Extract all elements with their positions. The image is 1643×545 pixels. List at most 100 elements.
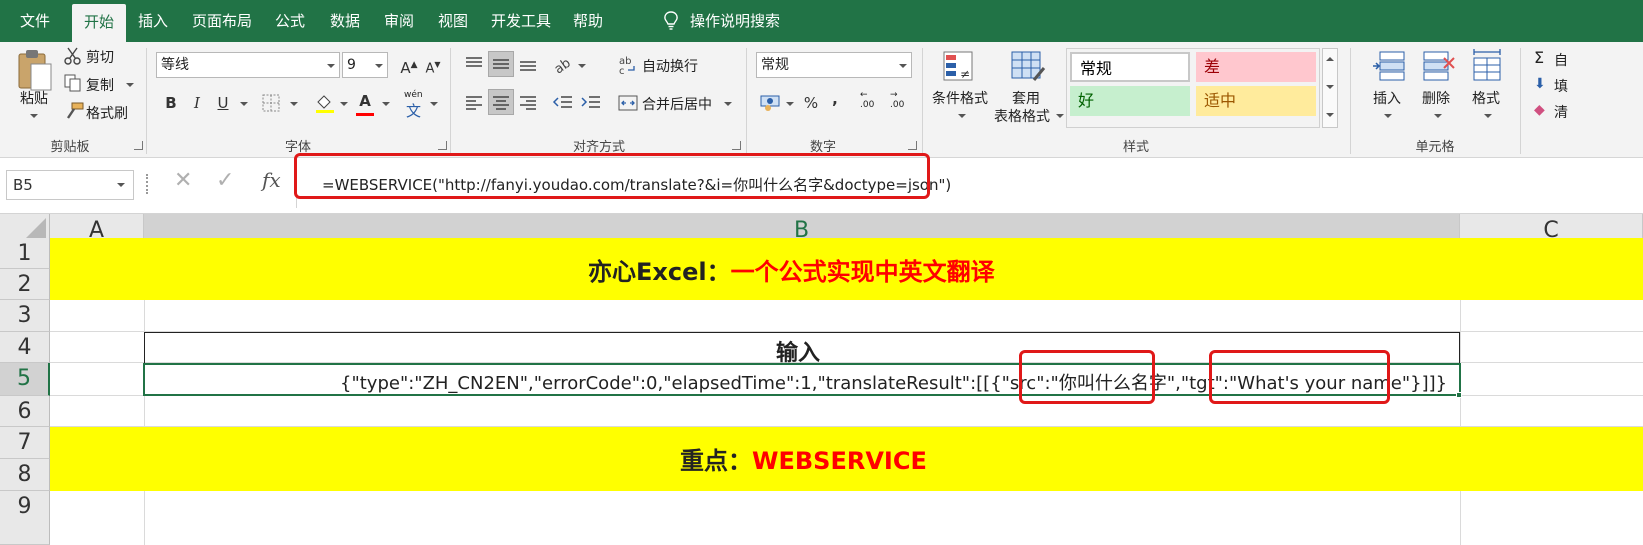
font-color-button[interactable]: A	[352, 88, 378, 114]
format-painter-button[interactable]: 格式刷	[86, 103, 128, 123]
merge-center-button[interactable]: 合并后居中	[642, 94, 712, 114]
row-header-4[interactable]: 4	[0, 332, 50, 363]
format-dropdown-icon[interactable]	[1484, 114, 1492, 118]
increase-indent-icon[interactable]	[580, 92, 602, 112]
autosum-button[interactable]: 自	[1554, 50, 1568, 70]
insert-cells-button[interactable]: 插入	[1373, 88, 1401, 108]
fill-button[interactable]: 填	[1554, 76, 1568, 96]
row-header-1[interactable]: 1	[0, 238, 50, 269]
fill-icon[interactable]: ⬇	[1534, 76, 1546, 92]
increase-decimal-button[interactable]: ← .00	[860, 90, 874, 110]
title-cell[interactable]: 亦心Excel：一个公式实现中英文翻译	[588, 252, 995, 287]
align-top-icon[interactable]	[464, 54, 484, 74]
row-header-8[interactable]: 8	[0, 459, 50, 491]
align-middle-button[interactable]	[488, 51, 514, 77]
tab-file[interactable]: 文件	[0, 0, 70, 42]
italic-button[interactable]: I	[184, 90, 210, 116]
tell-me-search[interactable]: 操作说明搜索	[690, 0, 790, 42]
key-cell[interactable]: 重点：WEBSERVICE	[680, 441, 927, 476]
align-center-button[interactable]	[488, 89, 514, 115]
font-name-combo[interactable]: 等线	[156, 52, 340, 78]
row-header-3[interactable]: 3	[0, 300, 50, 332]
conditional-formatting-button[interactable]: 条件格式	[932, 88, 988, 108]
clipboard-dialog-launcher[interactable]	[134, 141, 143, 150]
wrap-text-button[interactable]: 自动换行	[642, 56, 698, 76]
font-color-dropdown-icon[interactable]	[382, 102, 390, 106]
cell-style-normal[interactable]: 常规	[1070, 52, 1190, 82]
cancel-icon[interactable]: ✕	[174, 168, 192, 193]
row-header-9[interactable]: 9	[0, 491, 50, 545]
copy-button[interactable]: 复制	[86, 75, 114, 95]
row-header-2[interactable]: 2	[0, 269, 50, 300]
insert-dropdown-icon[interactable]	[1384, 114, 1392, 118]
number-format-combo[interactable]: 常规	[756, 52, 912, 78]
fill-handle[interactable]	[1456, 392, 1462, 398]
underline-button[interactable]: U	[210, 90, 236, 116]
gallery-up-icon[interactable]	[1326, 57, 1334, 61]
shrink-font-button[interactable]: A▼	[420, 52, 446, 78]
fill-color-icon[interactable]	[314, 92, 336, 114]
format-as-table-dropdown-icon[interactable]	[1056, 114, 1064, 118]
formula-bar-grip[interactable]	[146, 174, 148, 194]
gallery-scrollbar[interactable]	[1322, 48, 1338, 128]
row-header-5[interactable]: 5	[0, 363, 50, 396]
orientation-icon[interactable]: ab	[552, 54, 574, 74]
cut-button[interactable]: 剪切	[86, 47, 114, 67]
copy-dropdown-icon[interactable]	[126, 83, 134, 87]
cell-style-good[interactable]: 好	[1070, 86, 1190, 116]
autosum-icon[interactable]: Σ	[1534, 48, 1544, 67]
accounting-dropdown-icon[interactable]	[786, 102, 794, 106]
grow-font-button[interactable]: A▲	[396, 52, 422, 78]
underline-dropdown-icon[interactable]	[240, 102, 248, 106]
tab-developer[interactable]: 开发工具	[482, 0, 560, 42]
tab-formulas[interactable]: 公式	[264, 0, 316, 42]
orientation-dropdown-icon[interactable]	[578, 64, 586, 68]
merge-dropdown-icon[interactable]	[724, 102, 732, 106]
row-header-7[interactable]: 7	[0, 427, 50, 459]
accounting-format-icon[interactable]	[760, 94, 782, 112]
paste-dropdown-icon[interactable]	[30, 114, 38, 118]
cell-style-neutral[interactable]: 适中	[1196, 86, 1316, 116]
tab-home[interactable]: 开始	[72, 4, 126, 42]
align-left-icon[interactable]	[464, 92, 484, 112]
format-as-table-label-1[interactable]: 套用	[1012, 88, 1040, 108]
delete-cells-button[interactable]: 删除	[1422, 88, 1450, 108]
paste-icon[interactable]	[16, 48, 54, 92]
borders-dropdown-icon[interactable]	[290, 102, 298, 106]
bold-button[interactable]: B	[158, 90, 184, 116]
align-bottom-icon[interactable]	[518, 54, 538, 74]
decrease-decimal-button[interactable]: → .00	[890, 90, 904, 110]
cell-style-bad[interactable]: 差	[1196, 52, 1316, 82]
gallery-down-icon[interactable]	[1326, 85, 1334, 89]
tab-insert[interactable]: 插入	[126, 0, 180, 42]
phonetic-guide-button[interactable]: wén	[404, 90, 423, 100]
paste-button[interactable]: 粘贴	[20, 88, 48, 108]
name-box[interactable]: B5	[6, 170, 134, 200]
insert-function-button[interactable]: fx	[262, 168, 281, 192]
row-header-6[interactable]: 6	[0, 396, 50, 427]
borders-icon[interactable]	[262, 94, 280, 112]
font-dialog-launcher[interactable]	[438, 141, 447, 150]
alignment-dialog-launcher[interactable]	[732, 141, 741, 150]
align-right-icon[interactable]	[518, 92, 538, 112]
phonetic-dropdown-icon[interactable]	[430, 102, 438, 106]
percent-button[interactable]: %	[798, 90, 824, 116]
tab-page-layout[interactable]: 页面布局	[184, 0, 260, 42]
comma-button[interactable]: ,	[822, 86, 848, 112]
tab-data[interactable]: 数据	[318, 0, 372, 42]
delete-dropdown-icon[interactable]	[1434, 114, 1442, 118]
eraser-icon[interactable]: ◆	[1534, 102, 1545, 118]
number-dialog-launcher[interactable]	[908, 141, 917, 150]
conditional-formatting-dropdown-icon[interactable]	[958, 114, 966, 118]
enter-icon[interactable]: ✓	[216, 168, 234, 193]
tab-view[interactable]: 视图	[426, 0, 480, 42]
gallery-more-icon[interactable]	[1326, 113, 1334, 117]
font-size-combo[interactable]: 9	[342, 52, 388, 78]
fill-color-dropdown-icon[interactable]	[340, 102, 348, 106]
decrease-indent-icon[interactable]	[552, 92, 574, 112]
clear-button[interactable]: 清	[1554, 102, 1568, 122]
tab-review[interactable]: 审阅	[372, 0, 426, 42]
format-as-table-button[interactable]: 表格格式	[994, 106, 1050, 126]
tab-help[interactable]: 帮助	[562, 0, 614, 42]
format-cells-button[interactable]: 格式	[1472, 88, 1500, 108]
